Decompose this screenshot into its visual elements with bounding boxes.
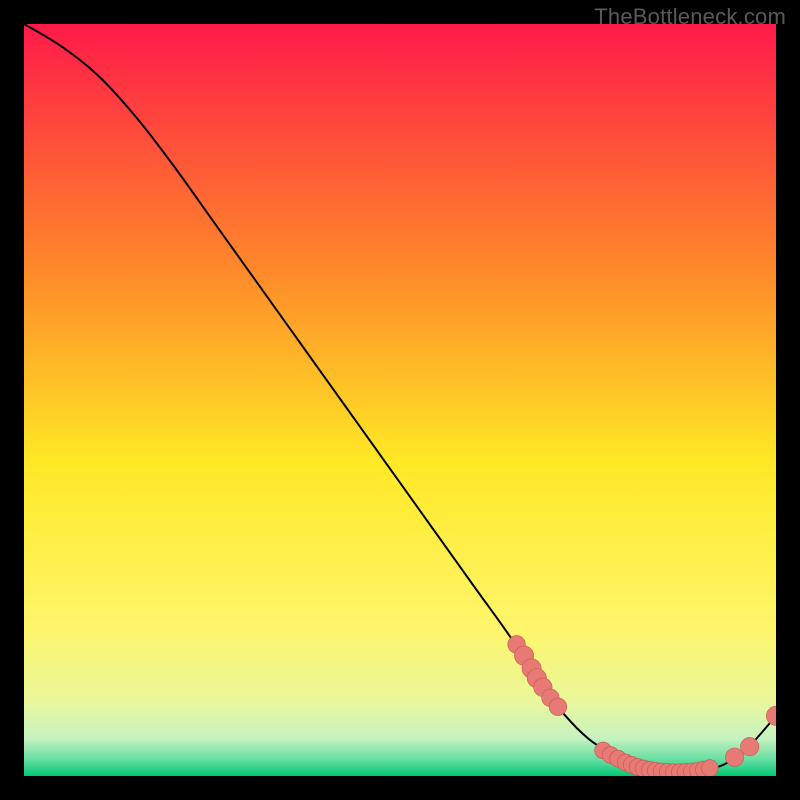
gradient-background xyxy=(24,24,776,776)
bottleneck-chart xyxy=(24,24,776,776)
data-marker xyxy=(725,748,743,766)
plot-area xyxy=(24,24,776,776)
data-marker xyxy=(701,760,718,776)
chart-frame: TheBottleneck.com xyxy=(0,0,800,800)
data-marker xyxy=(549,698,567,716)
data-marker xyxy=(740,737,758,755)
